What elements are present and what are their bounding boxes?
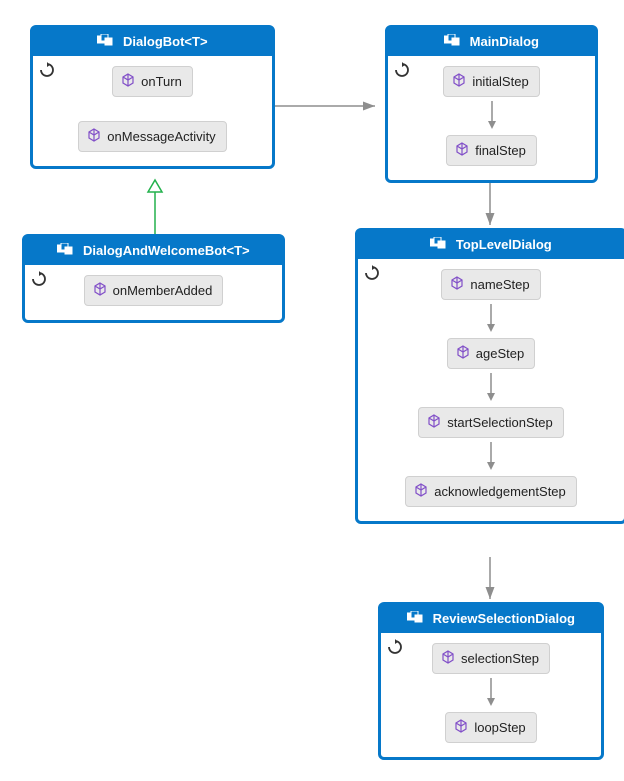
arrow-down-icon	[370, 373, 612, 403]
method-namestep: nameStep	[441, 269, 540, 300]
arrow-down-icon	[370, 304, 612, 334]
method-finalstep: finalStep	[446, 135, 537, 166]
cube-icon	[87, 128, 101, 145]
method-startselectionstep: startSelectionStep	[418, 407, 564, 438]
class-title: MainDialog	[388, 28, 595, 56]
loop-icon	[387, 639, 403, 658]
method-agestep: ageStep	[447, 338, 535, 369]
connector-inheritance	[140, 180, 180, 240]
class-title-text: ReviewSelectionDialog	[433, 611, 575, 626]
loop-icon	[394, 62, 410, 81]
method-onmessageactivity: onMessageActivity	[78, 121, 226, 152]
class-title-text: TopLevelDialog	[456, 237, 552, 252]
method-label: loopStep	[474, 720, 525, 735]
arrow-down-icon	[370, 442, 612, 472]
cube-icon	[454, 719, 468, 736]
class-title-text: MainDialog	[470, 34, 539, 49]
method-acknowledgementstep: acknowledgementStep	[405, 476, 577, 507]
method-label: onTurn	[141, 74, 182, 89]
connector-maindialog-to-toplevel	[475, 183, 505, 233]
method-selectionstep: selectionStep	[432, 643, 550, 674]
class-title: ReviewSelectionDialog	[381, 605, 601, 633]
method-label: onMemberAdded	[113, 283, 213, 298]
arrow-down-icon	[400, 101, 583, 131]
cube-icon	[455, 142, 469, 159]
cube-icon	[452, 73, 466, 90]
method-onturn: onTurn	[112, 66, 193, 97]
class-title-text: DialogBot<T>	[123, 34, 208, 49]
connector-dialogbot-to-maindialog	[275, 96, 385, 116]
cube-icon	[441, 650, 455, 667]
loop-icon	[39, 62, 55, 81]
class-box-topleveldialog: TopLevelDialog nameStep ageStep startSel…	[355, 228, 624, 524]
class-box-reviewselectiondialog: ReviewSelectionDialog selectionStep loop…	[378, 602, 604, 760]
cube-icon	[121, 73, 135, 90]
method-label: initialStep	[472, 74, 528, 89]
class-box-maindialog: MainDialog initialStep finalStep	[385, 25, 598, 183]
method-label: ageStep	[476, 346, 524, 361]
class-title: TopLevelDialog	[358, 231, 624, 259]
class-icon	[407, 605, 423, 633]
cube-icon	[93, 282, 107, 299]
cube-icon	[450, 276, 464, 293]
cube-icon	[414, 483, 428, 500]
class-box-dialogandwelcomebot: DialogAndWelcomeBot<T> onMemberAdded	[22, 234, 285, 323]
method-label: acknowledgementStep	[434, 484, 566, 499]
method-label: startSelectionStep	[447, 415, 553, 430]
cube-icon	[456, 345, 470, 362]
connector-toplevel-to-reviewsel	[475, 557, 505, 607]
arrow-down-icon	[393, 678, 589, 708]
class-icon	[57, 237, 73, 265]
method-label: onMessageActivity	[107, 129, 215, 144]
diagram-canvas: DialogBot<T> onTurn onMessageActivity Di…	[0, 0, 624, 781]
method-label: nameStep	[470, 277, 529, 292]
method-label: selectionStep	[461, 651, 539, 666]
class-box-dialogbot: DialogBot<T> onTurn onMessageActivity	[30, 25, 275, 169]
loop-icon	[364, 265, 380, 284]
class-icon	[97, 28, 113, 56]
loop-icon	[31, 271, 47, 290]
cube-icon	[427, 414, 441, 431]
class-icon	[444, 28, 460, 56]
method-onmemberadded: onMemberAdded	[84, 275, 224, 306]
method-initialstep: initialStep	[443, 66, 539, 97]
class-title: DialogAndWelcomeBot<T>	[25, 237, 282, 265]
method-loopstep: loopStep	[445, 712, 536, 743]
class-icon	[430, 231, 446, 259]
class-title: DialogBot<T>	[33, 28, 272, 56]
method-label: finalStep	[475, 143, 526, 158]
class-title-text: DialogAndWelcomeBot<T>	[83, 243, 250, 258]
